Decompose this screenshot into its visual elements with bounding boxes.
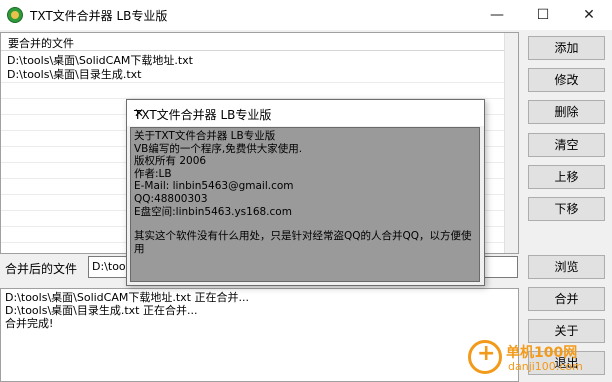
merge-log: D:\tools\桌面\SolidCAM下载地址.txt 正在合并... D:\… [0,288,519,382]
output-file-label: 合并后的文件 [5,262,78,276]
file-list-header-label: 要合并的文件 [8,37,74,50]
browse-button[interactable]: 浏览 [528,255,605,279]
about-dialog-title-bar: TXT文件合并器 LB专业版 ✕ [127,100,484,126]
add-button[interactable]: 添加 [528,36,605,60]
watermark-text: 单机100网 [506,345,578,361]
log-line: D:\tools\桌面\SolidCAM下载地址.txt 正在合并... [5,291,249,304]
about-line: QQ:48800303 [134,192,208,205]
close-icon[interactable]: ✕ [134,106,476,120]
about-line: 关于TXT文件合并器 LB专业版 [134,130,276,142]
watermark-sub: danji100.com [508,360,583,373]
watermark-icon [468,340,502,374]
window-title: TXT文件合并器 LB专业版 [30,9,168,23]
move-up-button[interactable]: 上移 [528,165,605,189]
log-line: D:\tools\桌面\目录生成.txt 正在合并... [5,304,198,317]
merge-button[interactable]: 合并 [528,287,605,311]
about-line: E-Mail: linbin5463@gmail.com [134,180,294,193]
modify-button[interactable]: 修改 [528,68,605,92]
about-line: 作者:LB [134,167,172,180]
app-icon [7,7,23,23]
delete-button[interactable]: 删除 [528,100,605,124]
list-scrollbar[interactable] [504,33,518,253]
log-line: 合并完成! [5,317,54,330]
about-dialog-text: 关于TXT文件合并器 LB专业版 VB编写的一个程序,免费供大家使用. 版权所有… [130,127,480,282]
move-down-button[interactable]: 下移 [528,197,605,221]
title-bar: TXT文件合并器 LB专业版 — ☐ ✕ [0,0,612,30]
minimize-icon[interactable]: — [474,0,520,30]
grid-line [1,82,504,83]
close-icon[interactable]: ✕ [566,0,612,30]
clear-button[interactable]: 清空 [528,133,605,157]
watermark-logo: 单机100网 danji100.com [468,340,608,380]
about-dialog: TXT文件合并器 LB专业版 ✕ 关于TXT文件合并器 LB专业版 VB编写的一… [126,99,485,286]
list-item[interactable]: D:\tools\桌面\目录生成.txt [7,66,142,82]
main-window: TXT文件合并器 LB专业版 — ☐ ✕ 要合并的文件 D:\tools\桌面\… [0,0,612,382]
file-list-header: 要合并的文件 [1,33,504,51]
about-line: 版权所有 2006 [134,155,207,168]
maximize-icon[interactable]: ☐ [520,0,566,30]
about-line: VB编写的一个程序,免费供大家使用. [134,142,303,155]
about-line: E盘空间:linbin5463.ys168.com [134,205,292,218]
about-note: 其实这个软件没有什么用处，只是针对经常盗QQ的人合并QQ，以方便使用 [134,230,472,255]
